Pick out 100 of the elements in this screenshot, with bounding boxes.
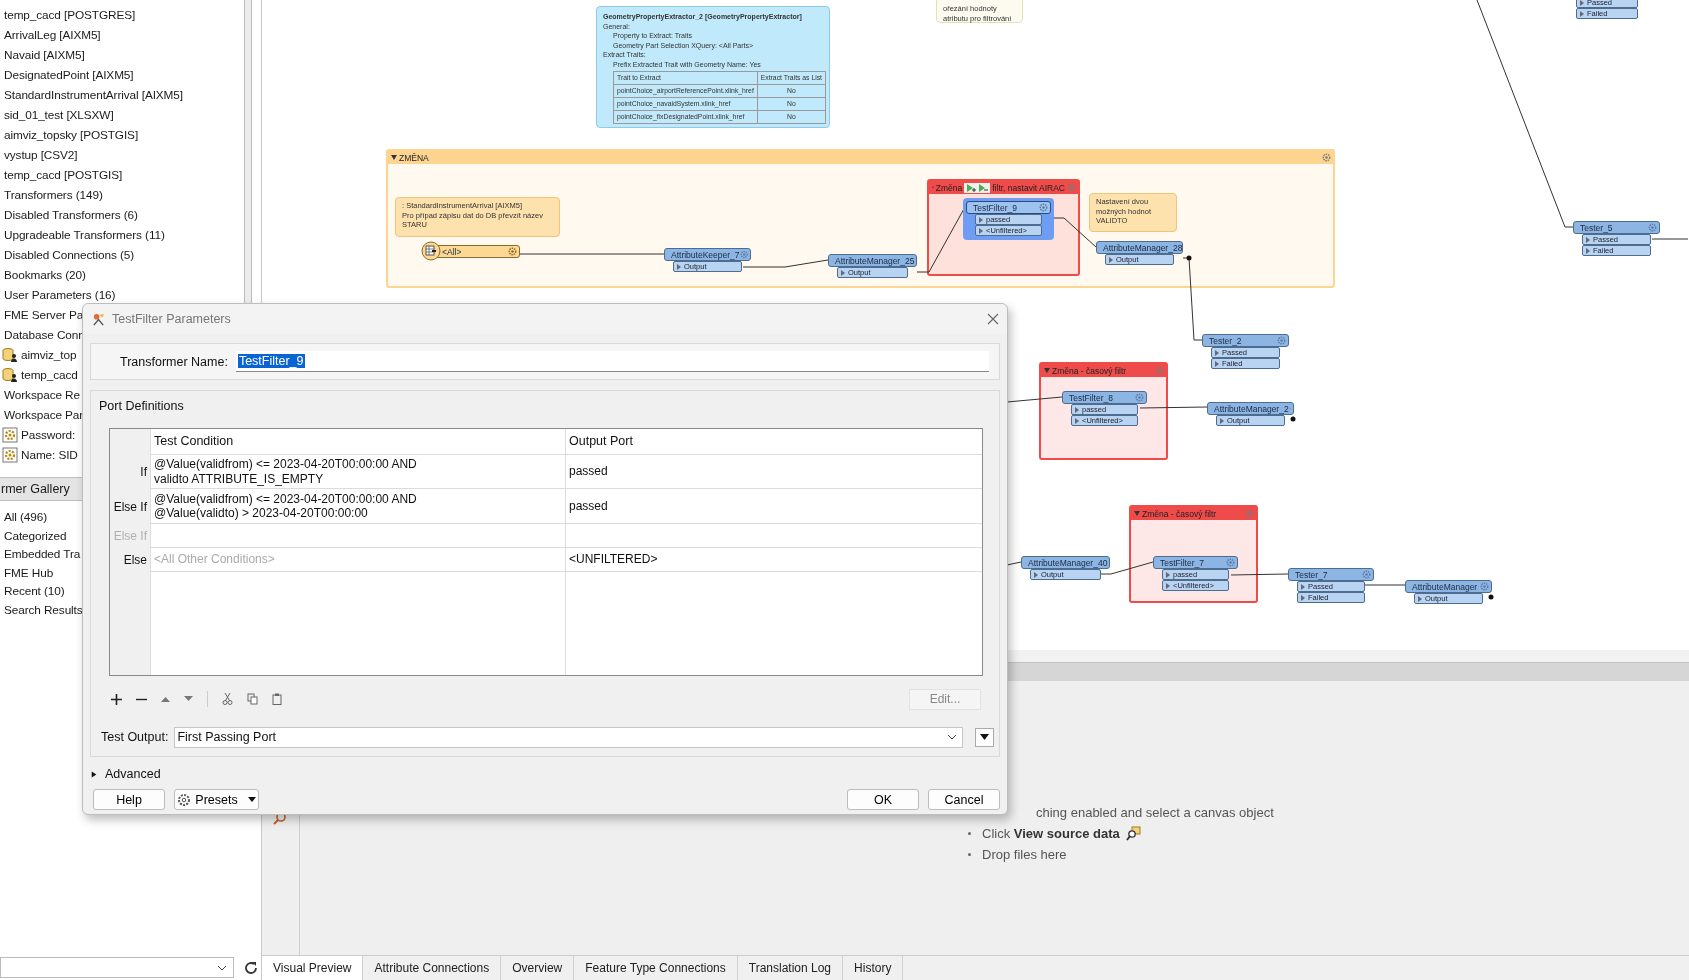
connector-line: [1006, 561, 1022, 566]
bookmark-header[interactable]: Změna filtr, nastavit AIRAC: [929, 181, 1078, 194]
transformer-node[interactable]: AttributeManager_2: [1207, 402, 1294, 415]
gallery-item[interactable]: FME Hub: [4, 565, 54, 580]
transformer-node[interactable]: Tester_5: [1573, 221, 1660, 234]
navigator-item[interactable]: vystup [CSV2]: [4, 145, 78, 165]
transformer-node[interactable]: AttributeKeeper_7: [664, 248, 751, 261]
table-cell[interactable]: passed: [565, 455, 982, 489]
transformer-node[interactable]: TestFilter_8: [1062, 391, 1147, 404]
navigator-item[interactable]: StandardInstrumentArrival [AIXM5]: [4, 85, 183, 105]
panel-tab[interactable]: Attribute Connections: [363, 956, 502, 980]
row-label: Else If: [110, 489, 150, 524]
navigator-item[interactable]: temp_cacd: [21, 365, 78, 385]
transformer-node[interactable]: Tester_7: [1288, 568, 1374, 581]
transformer-node[interactable]: AttributeManager_25: [828, 254, 917, 267]
navigator-item[interactable]: temp_cacd [POSTGRES]: [4, 5, 136, 25]
gear-icon: [1135, 393, 1144, 402]
magnifier-icon[interactable]: [1125, 826, 1141, 841]
help-button[interactable]: Help: [93, 789, 165, 810]
panel-tab[interactable]: Overview: [501, 956, 575, 980]
connector-end-icon: [1186, 255, 1192, 261]
navigator-item[interactable]: ArrivalLeg [AIXM5]: [4, 25, 101, 45]
panel-tab[interactable]: Visual Preview: [262, 956, 364, 980]
gallery-item[interactable]: Search Results: [4, 602, 83, 617]
bookmark-title: Změna - časový filtr: [1052, 365, 1127, 376]
move-down-icon[interactable]: [184, 696, 193, 702]
preview-message: ching enabled and select a canvas object: [1036, 805, 1274, 820]
navigator-item[interactable]: Bookmarks (20): [4, 265, 86, 285]
row-header: [110, 429, 150, 455]
panel-tab[interactable]: History: [843, 956, 904, 980]
panel-tab[interactable]: Translation Log: [737, 956, 844, 980]
database-icon: [2, 347, 18, 363]
transformer-node[interactable]: AttributeManager_40: [1021, 556, 1110, 569]
table-cell[interactable]: [150, 524, 565, 548]
gear-icon: [1067, 183, 1076, 192]
connector-line: [1006, 396, 1063, 403]
test-output-dropdown[interactable]: First Passing Port: [174, 726, 964, 748]
navigator-item[interactable]: aimviz_top: [21, 345, 77, 365]
navigator-item[interactable]: User Parameters (16): [4, 285, 116, 305]
panel-tab[interactable]: Feature Type Connections: [574, 956, 738, 980]
gear-icon: [177, 792, 192, 807]
gallery-item[interactable]: Categorized: [4, 528, 67, 543]
navigator-item[interactable]: Name: SID: [21, 445, 78, 465]
add-icon[interactable]: [111, 693, 122, 705]
gallery-item[interactable]: Recent (10): [4, 584, 65, 599]
paste-icon[interactable]: [272, 693, 282, 705]
transformer-node[interactable]: AttributeManager: [1405, 580, 1492, 593]
table-cell[interactable]: @Value(validfrom) <= 2023-04-20T00:00:00 AND @Value(validto) > 2023-04-20T00:00:00: [150, 489, 565, 524]
run-icon[interactable]: [966, 182, 977, 193]
navigator-item[interactable]: Transformers (149): [4, 185, 103, 205]
navigator-item[interactable]: DesignatedPoint [AIXM5]: [4, 65, 134, 85]
gear-icon: [1155, 366, 1164, 375]
collapse-icon[interactable]: [391, 155, 397, 160]
preview-hint: Click View source data: [982, 826, 1120, 841]
bookmark-title: Změna - časový filtr: [1142, 508, 1217, 519]
navigator-item[interactable]: Disabled Transformers (6): [4, 205, 138, 225]
table-cell[interactable]: @Value(validfrom) <= 2023-04-20T00:00:00 AND validto ATTRIBUTE_IS_EMPTY: [150, 455, 565, 489]
presets-button[interactable]: Presets: [174, 789, 259, 810]
cut-icon[interactable]: [222, 693, 233, 705]
menu-button[interactable]: [975, 727, 995, 747]
navigator-item[interactable]: Workspace Par: [4, 405, 84, 425]
bookmark-header[interactable]: Změna - časový filtr: [1041, 364, 1166, 377]
name-field[interactable]: TestFilter_9: [235, 351, 989, 372]
close-icon[interactable]: [987, 313, 999, 325]
gallery-item[interactable]: Embedded Tra: [4, 547, 81, 562]
navigator-item[interactable]: temp_cacd [POSTGIS]: [4, 165, 123, 185]
navigator-item[interactable]: sid_01_test [XLSXW]: [4, 105, 114, 125]
cancel-button[interactable]: Cancel: [928, 789, 1000, 810]
chevron-down-icon: [947, 734, 958, 740]
connector-line: [1051, 217, 1097, 248]
table-cell[interactable]: passed: [565, 489, 982, 524]
navigator-item[interactable]: Password:: [21, 425, 76, 445]
section-label[interactable]: Advanced: [105, 767, 161, 781]
transformer-node[interactable]: Tester_2: [1202, 334, 1289, 347]
navigator-item[interactable]: Workspace Re: [4, 385, 80, 405]
ok-button[interactable]: OK: [847, 789, 919, 810]
move-up-icon[interactable]: [161, 696, 170, 702]
bookmark-header[interactable]: Změna - časový filtr: [1131, 507, 1256, 520]
navigator-item[interactable]: Disabled Connections (5): [4, 245, 135, 265]
expand-icon[interactable]: [91, 769, 97, 779]
navigator-item[interactable]: aimviz_topsky [POSTGIS]: [4, 125, 139, 145]
navigator-item[interactable]: FME Server Pa: [4, 305, 84, 325]
navigator-item[interactable]: Upgradeable Transformers (11): [4, 225, 165, 245]
column-header: Test Condition: [150, 429, 565, 455]
bookmark-header[interactable]: ZMĚNA: [388, 151, 1333, 164]
gear-icon: [1226, 558, 1235, 567]
transformer-node[interactable]: TestFilter_9: [966, 201, 1051, 214]
transformer-node[interactable]: AttributeManager_28: [1096, 241, 1183, 254]
transformer-node[interactable]: TestFilter_7: [1153, 556, 1238, 569]
gallery-item[interactable]: All (496): [4, 510, 48, 524]
gear-icon: [1039, 203, 1048, 212]
run-icon[interactable]: [978, 182, 989, 193]
navigator-item[interactable]: Navaid [AIXM5]: [4, 45, 85, 65]
feature-type-node[interactable]: <All>: [435, 245, 520, 258]
table-cell[interactable]: [565, 524, 982, 548]
gear-icon: [1362, 570, 1371, 579]
gear-icon: [1480, 582, 1489, 591]
copy-icon[interactable]: [247, 693, 258, 705]
refresh-icon[interactable]: [244, 960, 258, 975]
gear-icon: [508, 247, 517, 256]
